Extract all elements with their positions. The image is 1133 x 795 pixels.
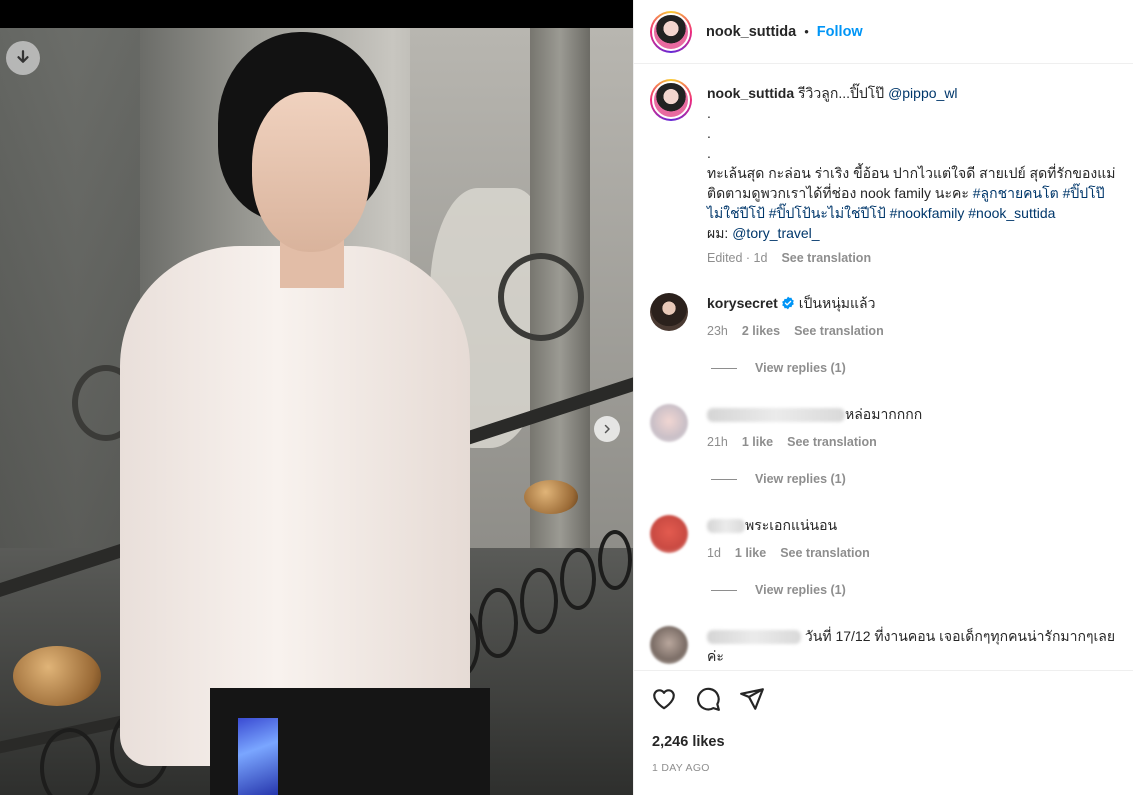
- photo-newel-knob: [524, 480, 578, 514]
- caption-username[interactable]: nook_suttida: [707, 85, 794, 101]
- comment-bubble-icon: [697, 687, 720, 711]
- heart-icon: [653, 689, 675, 710]
- download-arrow-icon: [17, 50, 29, 63]
- caption-edited: Edited · 1d: [707, 251, 768, 265]
- view-replies-button[interactable]: View replies (1): [711, 472, 846, 486]
- caption-credit-label: ผม:: [707, 225, 733, 241]
- comment-item: วันที่ 17/12 ที่งานคอน เจอเด็กๆทุกคนน่าร…: [650, 626, 1130, 670]
- see-translation-link[interactable]: See translation: [780, 543, 870, 563]
- comment-text: เป็นหนุ่มแล้ว: [798, 295, 876, 311]
- commenter-username-blurred[interactable]: [707, 519, 745, 534]
- comment-time[interactable]: 21h: [707, 432, 728, 452]
- photo-railing-hoop: [520, 568, 558, 634]
- caption-line: ติดตามดูพวกเราได้ที่ช่อง nook family นะค…: [707, 185, 973, 201]
- see-translation-link[interactable]: See translation: [781, 248, 871, 268]
- comments-list[interactable]: nook_suttida รีวิวลูก...ปิ๊ปโป๊ @pippo_w…: [634, 65, 1133, 670]
- see-translation-link[interactable]: See translation: [794, 321, 884, 341]
- caption-credit-mention[interactable]: @tory_travel_: [732, 225, 819, 241]
- comment-item: korysecret เป็นหนุ่มแล้ว 23h 2 likes See…: [650, 293, 1130, 393]
- caption-text: รีวิวลูก...ปิ๊ปโป๊: [798, 85, 889, 101]
- comment-item: พระเอกแน่นอน 1d 1 like See translation: [650, 515, 1130, 575]
- author-avatar[interactable]: [650, 10, 692, 53]
- likes-count[interactable]: 2,246 likes: [652, 734, 725, 750]
- download-button[interactable]: [6, 41, 40, 75]
- photo-newel-knob: [13, 646, 101, 706]
- next-photo-button[interactable]: [594, 416, 620, 442]
- header-separator: •: [804, 24, 809, 39]
- comment-text-continued: ค่ะ: [707, 648, 724, 664]
- photo-railing-hoop: [478, 588, 518, 658]
- comment-time[interactable]: 23h: [707, 321, 728, 341]
- post-caption: nook_suttida รีวิวลูก...ปิ๊ปโป๊ @pippo_w…: [650, 79, 1130, 269]
- post-header: nook_suttida • Follow: [634, 0, 1133, 64]
- caption-dot: .: [707, 125, 711, 141]
- comment-text: วันที่ 17/12 ที่งานคอน เจอเด็กๆทุกคนน่าร…: [804, 628, 1116, 644]
- post-media: [0, 0, 633, 795]
- media-top-bar: [0, 0, 633, 28]
- view-replies-label: View replies (1): [755, 361, 846, 375]
- caption-hashtag[interactable]: ไม่ใช่ปีโป้: [707, 205, 765, 221]
- caption-line: ทะเล้นสุด กะล่อน ร่าเริง ขี้อ้อน ปากไวแต…: [707, 165, 1116, 181]
- caption-hashtag[interactable]: #ลูกชายคนโต: [973, 185, 1059, 201]
- verified-badge-icon: [781, 296, 794, 310]
- caption-dot: .: [707, 105, 711, 121]
- paper-plane-icon: [740, 688, 764, 710]
- share-button[interactable]: [738, 685, 766, 713]
- author-username[interactable]: nook_suttida: [706, 24, 796, 40]
- post-date[interactable]: 1 DAY AGO: [652, 762, 710, 774]
- caption-mention[interactable]: @pippo_wl: [888, 85, 957, 101]
- caption-hashtag[interactable]: #nook_suttida: [968, 205, 1055, 221]
- commenter-username-blurred[interactable]: [707, 630, 801, 645]
- comment-button[interactable]: [694, 685, 722, 713]
- photo-pants-print: [238, 718, 278, 795]
- comment-likes[interactable]: 1 like: [742, 432, 773, 452]
- post-actions: 2,246 likes 1 DAY AGO: [634, 670, 1133, 795]
- caption-avatar[interactable]: [650, 79, 692, 121]
- see-translation-link[interactable]: See translation: [787, 432, 877, 452]
- commenter-avatar[interactable]: [650, 515, 688, 553]
- commenter-avatar[interactable]: [650, 293, 688, 331]
- commenter-username-blurred[interactable]: [707, 408, 845, 423]
- view-replies-label: View replies (1): [755, 583, 846, 597]
- comment-time[interactable]: 1d: [707, 543, 721, 563]
- comment-text: หล่อมากกกก: [845, 406, 923, 422]
- comment-likes[interactable]: 2 likes: [742, 321, 780, 341]
- commenter-avatar[interactable]: [650, 404, 688, 442]
- caption-hashtag[interactable]: #nookfamily: [890, 205, 965, 221]
- caption-dot: .: [707, 145, 711, 161]
- post-details-panel: nook_suttida • Follow nook_suttida รีวิว…: [633, 0, 1133, 795]
- photo-railing-hoop: [560, 548, 596, 610]
- photo-wheel: [498, 253, 584, 341]
- caption-hashtag[interactable]: #ปิ๊ปโป๊: [1063, 185, 1105, 201]
- comment-item: หล่อมากกกก 21h 1 like See translation: [650, 404, 1130, 464]
- caption-hashtag[interactable]: #ปิ๊ปโป้นะไม่ใช่ปีโป้: [769, 205, 886, 221]
- photo-railing-hoop: [598, 530, 632, 590]
- comment-text: พระเอกแน่นอน: [745, 517, 838, 533]
- view-replies-label: View replies (1): [755, 472, 846, 486]
- chevron-right-icon: [604, 424, 610, 434]
- like-button[interactable]: [650, 685, 678, 713]
- commenter-avatar[interactable]: [650, 626, 688, 664]
- view-replies-button[interactable]: View replies (1): [711, 583, 846, 597]
- comment-likes[interactable]: 1 like: [735, 543, 766, 563]
- commenter-username[interactable]: korysecret: [707, 295, 778, 311]
- follow-button[interactable]: Follow: [817, 24, 863, 40]
- photo-person-face: [252, 92, 370, 252]
- post-photo[interactable]: [0, 28, 633, 795]
- view-replies-button[interactable]: View replies (1): [711, 361, 846, 375]
